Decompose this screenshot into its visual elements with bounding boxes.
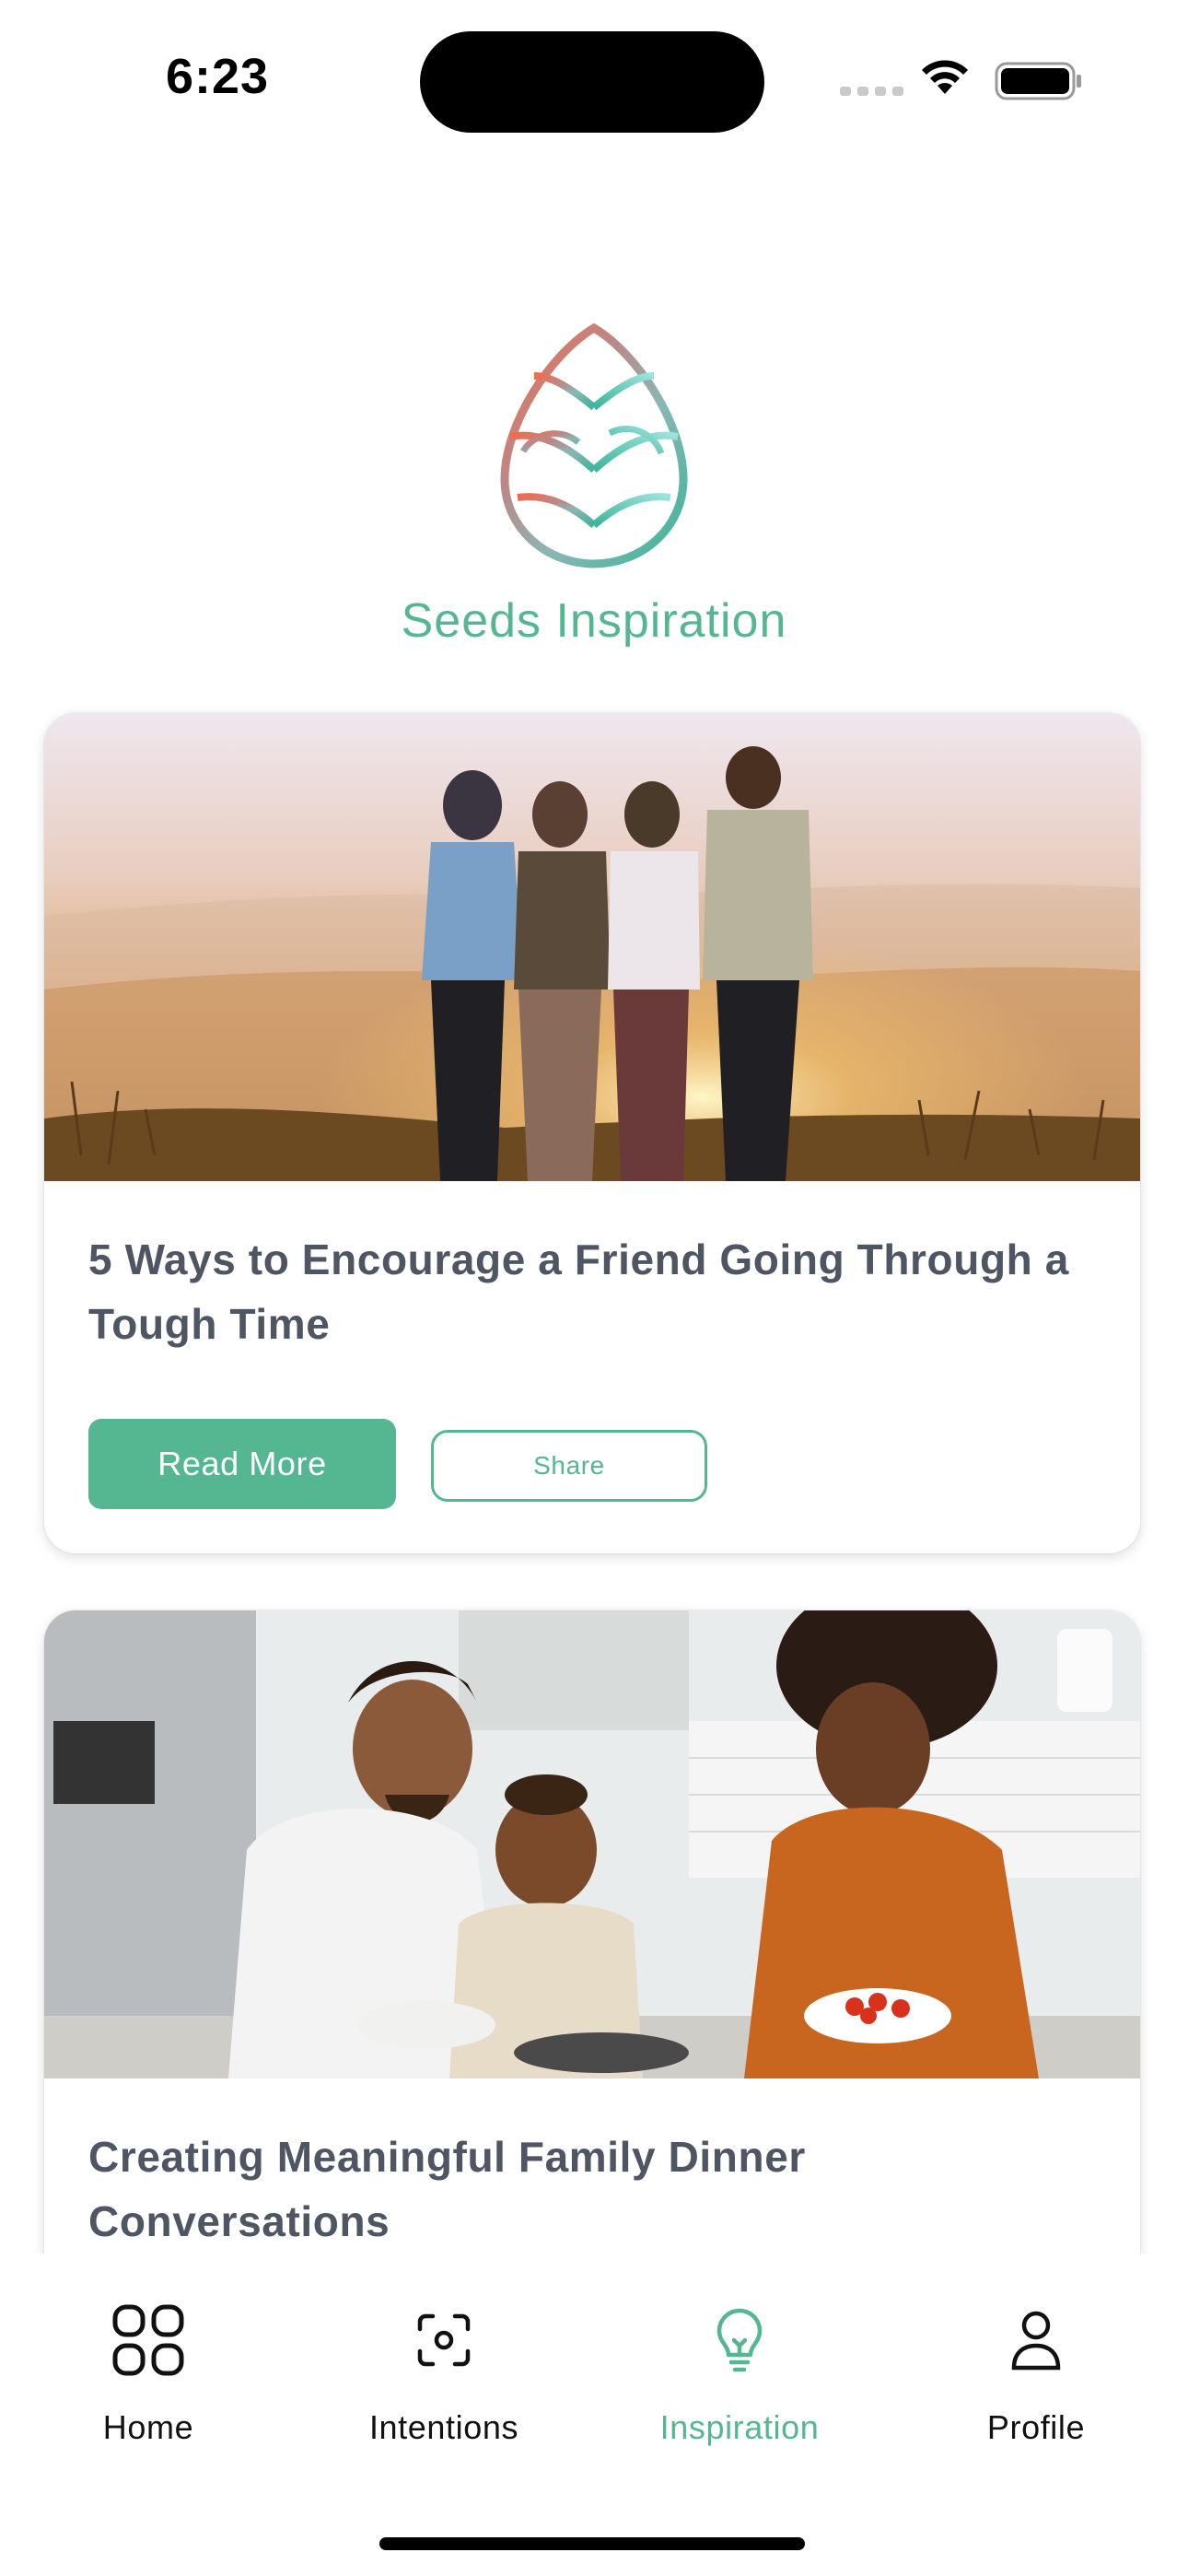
article-title[interactable]: 5 Ways to Encourage a Friend Going Throu… bbox=[88, 1227, 1096, 1356]
status-time: 6:23 bbox=[166, 49, 270, 104]
battery-icon bbox=[995, 62, 1081, 100]
article-image bbox=[44, 713, 1140, 1181]
wifi-icon bbox=[922, 60, 968, 94]
tab-inspiration[interactable]: Inspiration bbox=[620, 2303, 859, 2447]
tab-label: Inspiration bbox=[659, 2408, 820, 2446]
article-image bbox=[44, 1610, 1140, 2078]
home-indicator[interactable] bbox=[379, 2537, 805, 2550]
read-more-button[interactable]: Read More bbox=[88, 1419, 396, 1509]
cellular-signal-icon bbox=[840, 87, 903, 96]
article-title[interactable]: Creating Meaningful Family Dinner Conver… bbox=[88, 2125, 1096, 2254]
lightbulb-icon bbox=[716, 2308, 763, 2372]
app-title: Seeds Inspiration bbox=[401, 594, 787, 648]
grid-icon bbox=[112, 2304, 184, 2376]
seeds-logo bbox=[500, 322, 688, 568]
article-card: 5 Ways to Encourage a Friend Going Throu… bbox=[44, 713, 1140, 1553]
dynamic-island bbox=[420, 31, 764, 133]
person-icon bbox=[1011, 2311, 1061, 2371]
article-card: Creating Meaningful Family Dinner Conver… bbox=[44, 1610, 1140, 2348]
share-button[interactable]: Share bbox=[431, 1430, 707, 1502]
tab-home[interactable]: Home bbox=[29, 2303, 268, 2447]
tab-label: Home bbox=[102, 2408, 194, 2446]
status-bar: 6:23 bbox=[0, 0, 1188, 157]
tab-profile[interactable]: Profile bbox=[916, 2303, 1156, 2447]
tab-label: Profile bbox=[986, 2408, 1086, 2446]
tab-label: Intentions bbox=[368, 2408, 519, 2446]
tab-bar: Home Intentions Inspiration Profile bbox=[0, 2254, 1188, 2576]
tab-intentions[interactable]: Intentions bbox=[324, 2303, 564, 2447]
focus-icon bbox=[417, 2313, 471, 2367]
